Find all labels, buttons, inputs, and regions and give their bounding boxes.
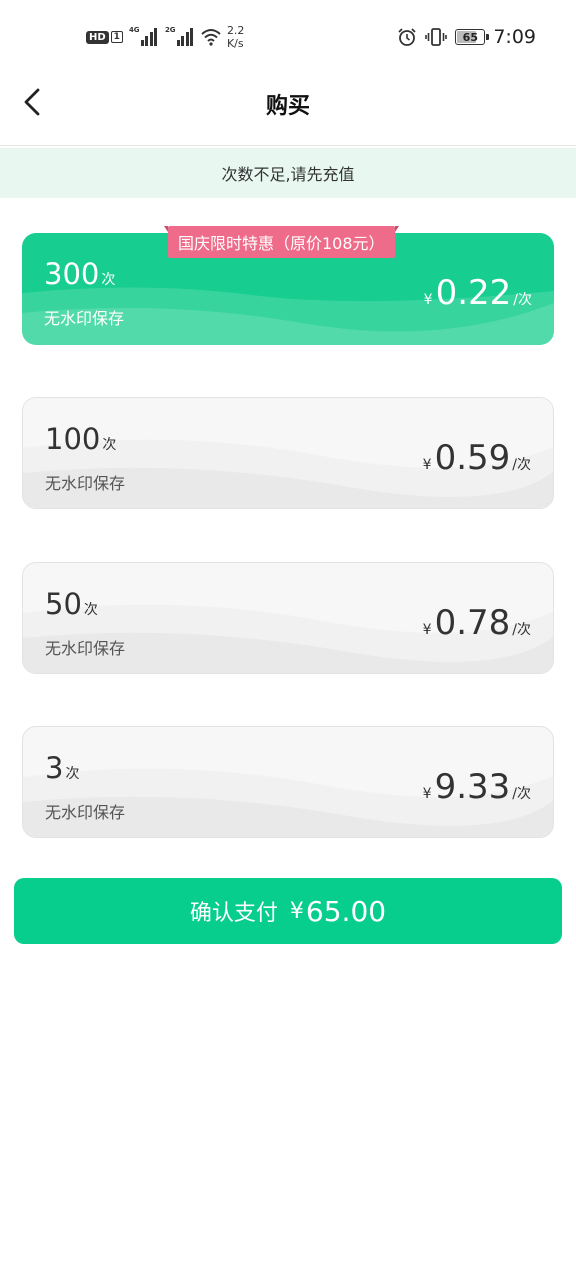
package-price: ¥0.78/次	[422, 603, 531, 643]
confirm-pay-button[interactable]: 确认支付 ¥ 65.00	[14, 878, 562, 944]
status-right: 65 7:09	[397, 24, 536, 50]
package-count: 3次	[45, 751, 80, 785]
battery-level: 65	[462, 30, 478, 44]
signal-2g-label: 2G	[164, 26, 176, 34]
package-count: 50 次	[45, 587, 98, 621]
speed-value: 2.2	[226, 24, 245, 37]
speed-unit: K/s	[226, 37, 244, 50]
battery-icon: 65	[455, 29, 490, 45]
network-speed: 2.2 K/s	[227, 24, 245, 50]
page-title: 购买	[265, 94, 310, 119]
sim-index: 1	[110, 31, 123, 43]
vibrate-icon	[425, 28, 448, 46]
notice-banner: 次数不足,请先充值	[0, 148, 576, 198]
pay-amount: 65.00	[305, 894, 387, 928]
package-card[interactable]: 100 次 无水印保存 ¥0.59/次	[22, 397, 554, 509]
package-desc: 无水印保存	[44, 309, 125, 328]
signal-2g-icon: 2G	[164, 26, 195, 46]
package-desc: 无水印保存	[45, 474, 126, 493]
promo-ribbon: 国庆限时特惠（原价108元）	[164, 226, 399, 258]
signal-4g-label: 4G	[128, 26, 140, 34]
package-card[interactable]: 50 次 无水印保存 ¥0.78/次	[22, 562, 554, 674]
notice-text: 次数不足,请先充值	[221, 165, 355, 184]
hd-icon: HD	[86, 30, 109, 44]
package-price: ¥9.33/次	[422, 767, 531, 807]
status-left: HD 1 4G 2G 2.2 K/s	[86, 22, 244, 52]
package-card[interactable]: 3次 无水印保存 ¥9.33/次	[22, 726, 554, 838]
package-count: 100 次	[45, 422, 117, 456]
promo-text: 国庆限时特惠（原价108元）	[178, 234, 385, 253]
package-price: ¥0.22/次	[423, 273, 532, 313]
package-desc: 无水印保存	[45, 803, 126, 822]
wifi-icon	[201, 29, 221, 46]
alarm-icon	[398, 28, 416, 46]
signal-4g-icon: 4G	[128, 26, 159, 46]
package-price: ¥0.59/次	[422, 438, 531, 478]
status-bar: HD 1 4G 2G 2.2 K/s 65 7:09	[0, 0, 576, 72]
package-count: 300 次	[44, 257, 116, 291]
package-desc: 无水印保存	[45, 639, 126, 658]
pay-currency: ¥	[289, 898, 304, 924]
clock: 7:09	[493, 26, 536, 48]
title-bar: 购买	[0, 72, 576, 146]
pay-label: 确认支付	[189, 901, 278, 926]
